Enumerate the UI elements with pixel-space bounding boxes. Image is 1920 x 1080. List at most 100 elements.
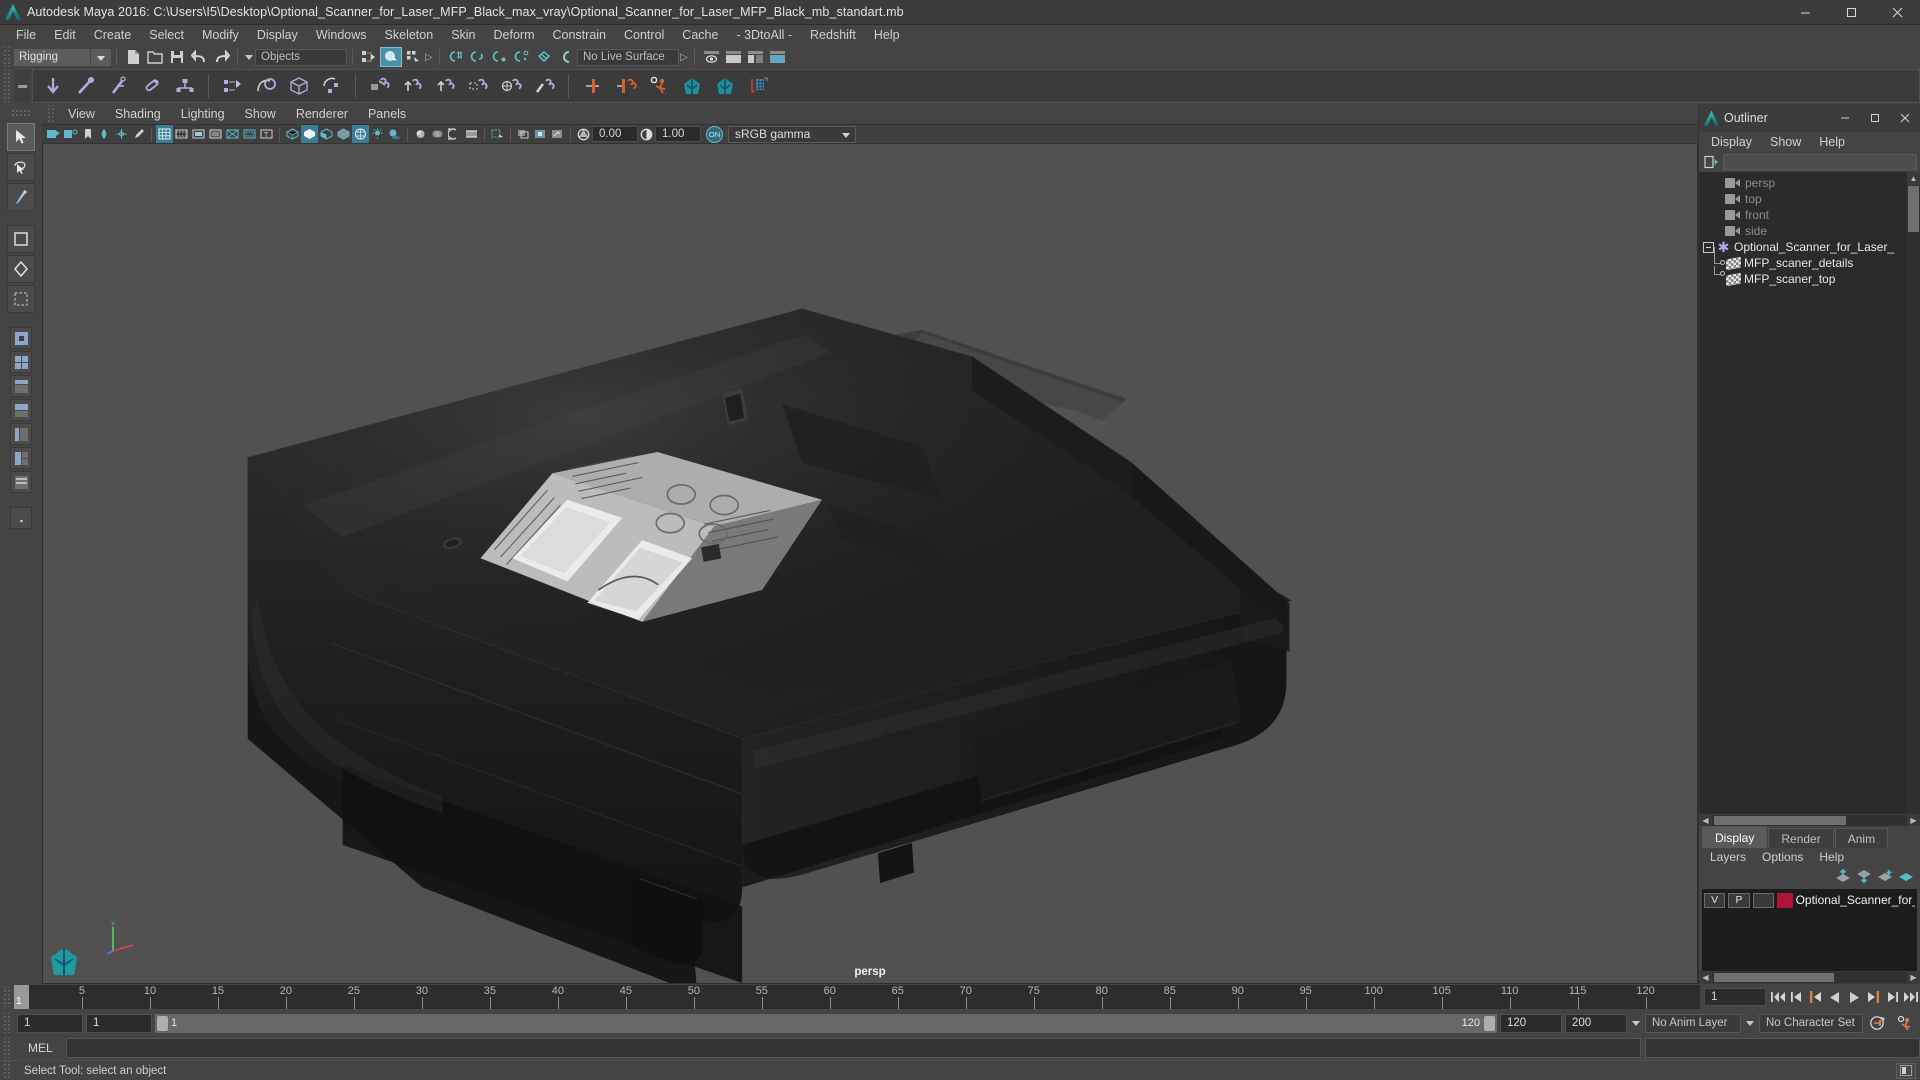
outliner-item-mfp-scaner-top[interactable]: MFP_scaner_top — [1699, 271, 1920, 287]
menu-select[interactable]: Select — [140, 25, 193, 46]
outliner-search-input[interactable] — [1723, 154, 1917, 170]
help-line-grip[interactable] — [2, 1061, 11, 1080]
outliner-minimize-button[interactable] — [1830, 104, 1860, 132]
menu-constrain[interactable]: Constrain — [544, 25, 616, 46]
scale-tool[interactable] — [7, 285, 35, 313]
outliner-maximize-button[interactable] — [1860, 104, 1890, 132]
menu-modify[interactable]: Modify — [193, 25, 248, 46]
make-live-icon[interactable] — [555, 47, 577, 67]
shelf-grip[interactable] — [2, 70, 11, 102]
menu-display[interactable]: Display — [248, 25, 307, 46]
new-layer-icon[interactable] — [1877, 869, 1893, 886]
menu-help[interactable]: Help — [865, 25, 909, 46]
menu-skeleton[interactable]: Skeleton — [376, 25, 443, 46]
step-forward-frame-icon[interactable] — [1863, 986, 1882, 1008]
grease-pencil-icon[interactable] — [130, 125, 147, 143]
layer-list[interactable]: V P Optional_Scanner_for_ — [1702, 889, 1917, 971]
new-scene-icon[interactable] — [122, 47, 144, 67]
tab-display[interactable]: Display — [1702, 826, 1767, 848]
layout-persp-outliner[interactable] — [10, 375, 32, 397]
wrap-icon[interactable] — [315, 70, 348, 102]
snap-to-projected-center-icon[interactable] — [511, 47, 533, 67]
layout-persp-hypershade[interactable] — [10, 423, 32, 445]
toolbox-grip[interactable] — [11, 109, 31, 118]
skeleton-icon[interactable] — [168, 70, 201, 102]
outliner-item-front[interactable]: front — [1699, 207, 1920, 223]
go-to-end-icon[interactable] — [1901, 986, 1920, 1008]
scroll-right-arrow-icon[interactable]: ▶ — [1907, 816, 1920, 825]
pole-vector-constraint-icon[interactable] — [528, 70, 561, 102]
snap-to-grid-icon[interactable] — [445, 47, 467, 67]
scroll-thumb[interactable] — [1714, 973, 1834, 982]
exposure-value-field[interactable]: 0.00 — [592, 126, 638, 142]
bind-skin-icon[interactable] — [249, 70, 282, 102]
layer-row[interactable]: V P Optional_Scanner_for_ — [1702, 891, 1917, 909]
multisample-icon[interactable] — [446, 125, 463, 143]
persp-viewport[interactable]: persp Y — [42, 144, 1698, 984]
human-ik-icon[interactable] — [675, 70, 708, 102]
viewport-menu-show[interactable]: Show — [235, 104, 286, 124]
scroll-track[interactable] — [1712, 972, 1907, 983]
gate-mask-icon[interactable] — [207, 125, 224, 143]
aim-constraint-icon[interactable] — [495, 70, 528, 102]
outliner-item-side[interactable]: side — [1699, 223, 1920, 239]
command-input[interactable] — [66, 1038, 1641, 1058]
character-set-icon[interactable] — [708, 70, 741, 102]
select-by-component-type-icon[interactable] — [402, 47, 424, 67]
graph-editor-icon[interactable] — [741, 70, 774, 102]
command-line-grip[interactable] — [2, 1038, 11, 1058]
show-hide-editors-icon[interactable] — [700, 47, 722, 67]
outliner-item-persp[interactable]: persp — [1699, 175, 1920, 191]
motion-blur-icon[interactable] — [429, 125, 446, 143]
anim-end-time-field[interactable]: 200 — [1565, 1014, 1627, 1033]
scroll-thumb[interactable] — [1908, 186, 1919, 232]
scroll-right-arrow-icon[interactable]: ▶ — [1907, 973, 1920, 982]
xray-icon[interactable] — [515, 125, 532, 143]
play-forwards-icon[interactable] — [1844, 986, 1863, 1008]
step-back-frame-icon[interactable] — [1806, 986, 1825, 1008]
layer-color-swatch[interactable] — [1777, 893, 1792, 908]
viewport-menu-lighting[interactable]: Lighting — [171, 104, 235, 124]
gamma-value-field[interactable]: 1.00 — [655, 126, 701, 142]
range-end-time-field[interactable]: 120 — [1500, 1014, 1562, 1033]
help-line-toggle-icon[interactable] — [1896, 1063, 1916, 1079]
open-scene-icon[interactable] — [144, 47, 166, 67]
move-tool[interactable] — [7, 225, 35, 253]
layer-menu-help[interactable]: Help — [1811, 848, 1852, 867]
tab-anim[interactable]: Anim — [1835, 828, 1888, 848]
layout-four-view[interactable] — [10, 351, 32, 373]
orient-constraint-icon[interactable] — [429, 70, 462, 102]
layer-display-type-toggle[interactable] — [1753, 893, 1774, 908]
layout-persp-graph[interactable] — [10, 399, 32, 421]
outliner-vertical-scrollbar[interactable]: ▲ — [1907, 172, 1920, 813]
menu-file[interactable]: File — [7, 25, 45, 46]
move-layer-up-icon[interactable] — [1835, 869, 1851, 886]
statusline-expand-1[interactable]: ▷ — [424, 52, 434, 63]
layer-name[interactable]: Optional_Scanner_for_ — [1796, 893, 1915, 907]
menu-set-selector[interactable]: Rigging — [14, 49, 90, 66]
scroll-up-arrow-icon[interactable]: ▲ — [1907, 172, 1920, 185]
menu-3dtoall[interactable]: - 3DtoAll - — [727, 25, 801, 46]
shade-selected-items-icon[interactable] — [318, 125, 335, 143]
color-management-select[interactable]: sRGB gamma — [728, 126, 856, 143]
outliner-filter-icon[interactable] — [1702, 154, 1720, 171]
viewport-menu-view[interactable]: View — [58, 104, 105, 124]
close-button[interactable] — [1874, 0, 1920, 24]
anim-start-time-field[interactable]: 1 — [17, 1014, 83, 1033]
lasso-select-tool[interactable] — [7, 153, 35, 181]
menu-edit[interactable]: Edit — [45, 25, 85, 46]
time-slider-cursor[interactable]: 1 — [14, 985, 29, 1009]
shadows-icon[interactable] — [386, 125, 403, 143]
point-constraint-icon[interactable] — [396, 70, 429, 102]
film-gate-icon[interactable] — [173, 125, 190, 143]
screen-space-ao-icon[interactable] — [412, 125, 429, 143]
rotate-tool[interactable] — [7, 255, 35, 283]
insert-joint-tool-icon[interactable] — [135, 70, 168, 102]
scroll-left-arrow-icon[interactable]: ◀ — [1699, 973, 1712, 982]
select-by-hierarchy-icon[interactable] — [358, 47, 380, 67]
layer-menu-options[interactable]: Options — [1754, 848, 1811, 867]
snap-to-point-icon[interactable] — [489, 47, 511, 67]
step-forward-keyframe-icon[interactable] — [1882, 986, 1901, 1008]
outliner-item-top[interactable]: top — [1699, 191, 1920, 207]
ik-handle-tool-icon[interactable] — [69, 70, 102, 102]
